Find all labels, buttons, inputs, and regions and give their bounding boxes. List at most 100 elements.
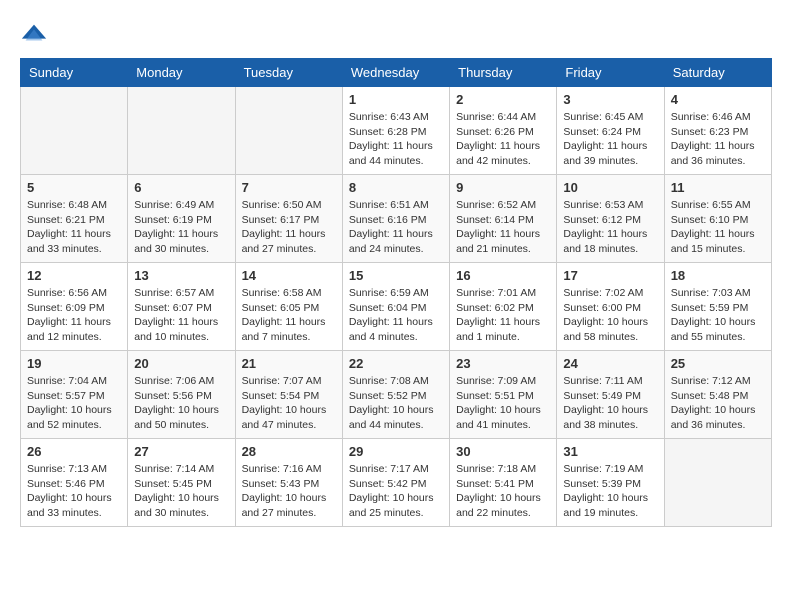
day-number: 13 — [134, 268, 228, 283]
day-number: 1 — [349, 92, 443, 107]
day-number: 3 — [563, 92, 657, 107]
day-number: 4 — [671, 92, 765, 107]
weekday-header-sunday: Sunday — [21, 59, 128, 87]
weekday-header-friday: Friday — [557, 59, 664, 87]
day-info: Sunrise: 7:14 AMSunset: 5:45 PMDaylight:… — [134, 462, 228, 521]
day-number: 8 — [349, 180, 443, 195]
calendar-cell: 16 Sunrise: 7:01 AMSunset: 6:02 PMDaylig… — [450, 263, 557, 351]
day-number: 26 — [27, 444, 121, 459]
calendar-cell: 27 Sunrise: 7:14 AMSunset: 5:45 PMDaylig… — [128, 439, 235, 527]
week-row-3: 12 Sunrise: 6:56 AMSunset: 6:09 PMDaylig… — [21, 263, 772, 351]
day-number: 15 — [349, 268, 443, 283]
day-number: 30 — [456, 444, 550, 459]
weekday-header-thursday: Thursday — [450, 59, 557, 87]
day-info: Sunrise: 7:06 AMSunset: 5:56 PMDaylight:… — [134, 374, 228, 433]
day-info: Sunrise: 6:51 AMSunset: 6:16 PMDaylight:… — [349, 198, 443, 257]
weekday-header-row: SundayMondayTuesdayWednesdayThursdayFrid… — [21, 59, 772, 87]
calendar-cell: 4 Sunrise: 6:46 AMSunset: 6:23 PMDayligh… — [664, 87, 771, 175]
day-number: 29 — [349, 444, 443, 459]
day-number: 16 — [456, 268, 550, 283]
day-info: Sunrise: 7:12 AMSunset: 5:48 PMDaylight:… — [671, 374, 765, 433]
calendar-cell: 10 Sunrise: 6:53 AMSunset: 6:12 PMDaylig… — [557, 175, 664, 263]
calendar-cell — [235, 87, 342, 175]
day-info: Sunrise: 7:18 AMSunset: 5:41 PMDaylight:… — [456, 462, 550, 521]
day-number: 24 — [563, 356, 657, 371]
day-number: 14 — [242, 268, 336, 283]
day-info: Sunrise: 6:46 AMSunset: 6:23 PMDaylight:… — [671, 110, 765, 169]
day-number: 18 — [671, 268, 765, 283]
calendar-cell: 11 Sunrise: 6:55 AMSunset: 6:10 PMDaylig… — [664, 175, 771, 263]
page-header — [20, 20, 772, 48]
weekday-header-saturday: Saturday — [664, 59, 771, 87]
calendar-cell: 21 Sunrise: 7:07 AMSunset: 5:54 PMDaylig… — [235, 351, 342, 439]
calendar-cell: 20 Sunrise: 7:06 AMSunset: 5:56 PMDaylig… — [128, 351, 235, 439]
calendar-cell: 22 Sunrise: 7:08 AMSunset: 5:52 PMDaylig… — [342, 351, 449, 439]
calendar-cell: 8 Sunrise: 6:51 AMSunset: 6:16 PMDayligh… — [342, 175, 449, 263]
calendar-table: SundayMondayTuesdayWednesdayThursdayFrid… — [20, 58, 772, 527]
day-info: Sunrise: 6:56 AMSunset: 6:09 PMDaylight:… — [27, 286, 121, 345]
day-info: Sunrise: 6:58 AMSunset: 6:05 PMDaylight:… — [242, 286, 336, 345]
calendar-cell: 3 Sunrise: 6:45 AMSunset: 6:24 PMDayligh… — [557, 87, 664, 175]
day-info: Sunrise: 7:09 AMSunset: 5:51 PMDaylight:… — [456, 374, 550, 433]
calendar-cell: 18 Sunrise: 7:03 AMSunset: 5:59 PMDaylig… — [664, 263, 771, 351]
day-info: Sunrise: 6:59 AMSunset: 6:04 PMDaylight:… — [349, 286, 443, 345]
calendar-cell: 30 Sunrise: 7:18 AMSunset: 5:41 PMDaylig… — [450, 439, 557, 527]
day-info: Sunrise: 7:19 AMSunset: 5:39 PMDaylight:… — [563, 462, 657, 521]
calendar-cell: 19 Sunrise: 7:04 AMSunset: 5:57 PMDaylig… — [21, 351, 128, 439]
calendar-cell: 31 Sunrise: 7:19 AMSunset: 5:39 PMDaylig… — [557, 439, 664, 527]
day-info: Sunrise: 6:44 AMSunset: 6:26 PMDaylight:… — [456, 110, 550, 169]
day-info: Sunrise: 6:49 AMSunset: 6:19 PMDaylight:… — [134, 198, 228, 257]
day-info: Sunrise: 7:01 AMSunset: 6:02 PMDaylight:… — [456, 286, 550, 345]
day-number: 17 — [563, 268, 657, 283]
day-info: Sunrise: 6:57 AMSunset: 6:07 PMDaylight:… — [134, 286, 228, 345]
weekday-header-wednesday: Wednesday — [342, 59, 449, 87]
day-number: 23 — [456, 356, 550, 371]
day-info: Sunrise: 7:07 AMSunset: 5:54 PMDaylight:… — [242, 374, 336, 433]
day-info: Sunrise: 7:02 AMSunset: 6:00 PMDaylight:… — [563, 286, 657, 345]
day-number: 9 — [456, 180, 550, 195]
day-number: 19 — [27, 356, 121, 371]
calendar-cell — [664, 439, 771, 527]
day-number: 5 — [27, 180, 121, 195]
day-number: 31 — [563, 444, 657, 459]
day-info: Sunrise: 7:08 AMSunset: 5:52 PMDaylight:… — [349, 374, 443, 433]
calendar-cell: 25 Sunrise: 7:12 AMSunset: 5:48 PMDaylig… — [664, 351, 771, 439]
day-info: Sunrise: 6:50 AMSunset: 6:17 PMDaylight:… — [242, 198, 336, 257]
day-number: 12 — [27, 268, 121, 283]
day-number: 7 — [242, 180, 336, 195]
day-number: 10 — [563, 180, 657, 195]
day-info: Sunrise: 7:03 AMSunset: 5:59 PMDaylight:… — [671, 286, 765, 345]
calendar-cell: 15 Sunrise: 6:59 AMSunset: 6:04 PMDaylig… — [342, 263, 449, 351]
day-number: 11 — [671, 180, 765, 195]
day-info: Sunrise: 6:45 AMSunset: 6:24 PMDaylight:… — [563, 110, 657, 169]
day-number: 20 — [134, 356, 228, 371]
day-number: 27 — [134, 444, 228, 459]
week-row-2: 5 Sunrise: 6:48 AMSunset: 6:21 PMDayligh… — [21, 175, 772, 263]
week-row-4: 19 Sunrise: 7:04 AMSunset: 5:57 PMDaylig… — [21, 351, 772, 439]
calendar-cell — [21, 87, 128, 175]
weekday-header-monday: Monday — [128, 59, 235, 87]
day-number: 28 — [242, 444, 336, 459]
day-info: Sunrise: 7:11 AMSunset: 5:49 PMDaylight:… — [563, 374, 657, 433]
calendar-cell: 5 Sunrise: 6:48 AMSunset: 6:21 PMDayligh… — [21, 175, 128, 263]
calendar-cell: 29 Sunrise: 7:17 AMSunset: 5:42 PMDaylig… — [342, 439, 449, 527]
day-info: Sunrise: 6:55 AMSunset: 6:10 PMDaylight:… — [671, 198, 765, 257]
calendar-cell: 28 Sunrise: 7:16 AMSunset: 5:43 PMDaylig… — [235, 439, 342, 527]
logo — [20, 20, 52, 48]
calendar-cell: 26 Sunrise: 7:13 AMSunset: 5:46 PMDaylig… — [21, 439, 128, 527]
day-number: 25 — [671, 356, 765, 371]
day-info: Sunrise: 6:43 AMSunset: 6:28 PMDaylight:… — [349, 110, 443, 169]
day-info: Sunrise: 7:17 AMSunset: 5:42 PMDaylight:… — [349, 462, 443, 521]
week-row-5: 26 Sunrise: 7:13 AMSunset: 5:46 PMDaylig… — [21, 439, 772, 527]
calendar-cell: 14 Sunrise: 6:58 AMSunset: 6:05 PMDaylig… — [235, 263, 342, 351]
day-info: Sunrise: 6:52 AMSunset: 6:14 PMDaylight:… — [456, 198, 550, 257]
weekday-header-tuesday: Tuesday — [235, 59, 342, 87]
day-info: Sunrise: 6:53 AMSunset: 6:12 PMDaylight:… — [563, 198, 657, 257]
calendar-cell: 6 Sunrise: 6:49 AMSunset: 6:19 PMDayligh… — [128, 175, 235, 263]
day-number: 21 — [242, 356, 336, 371]
calendar-cell — [128, 87, 235, 175]
calendar-cell: 2 Sunrise: 6:44 AMSunset: 6:26 PMDayligh… — [450, 87, 557, 175]
week-row-1: 1 Sunrise: 6:43 AMSunset: 6:28 PMDayligh… — [21, 87, 772, 175]
logo-icon — [20, 20, 48, 48]
day-info: Sunrise: 6:48 AMSunset: 6:21 PMDaylight:… — [27, 198, 121, 257]
